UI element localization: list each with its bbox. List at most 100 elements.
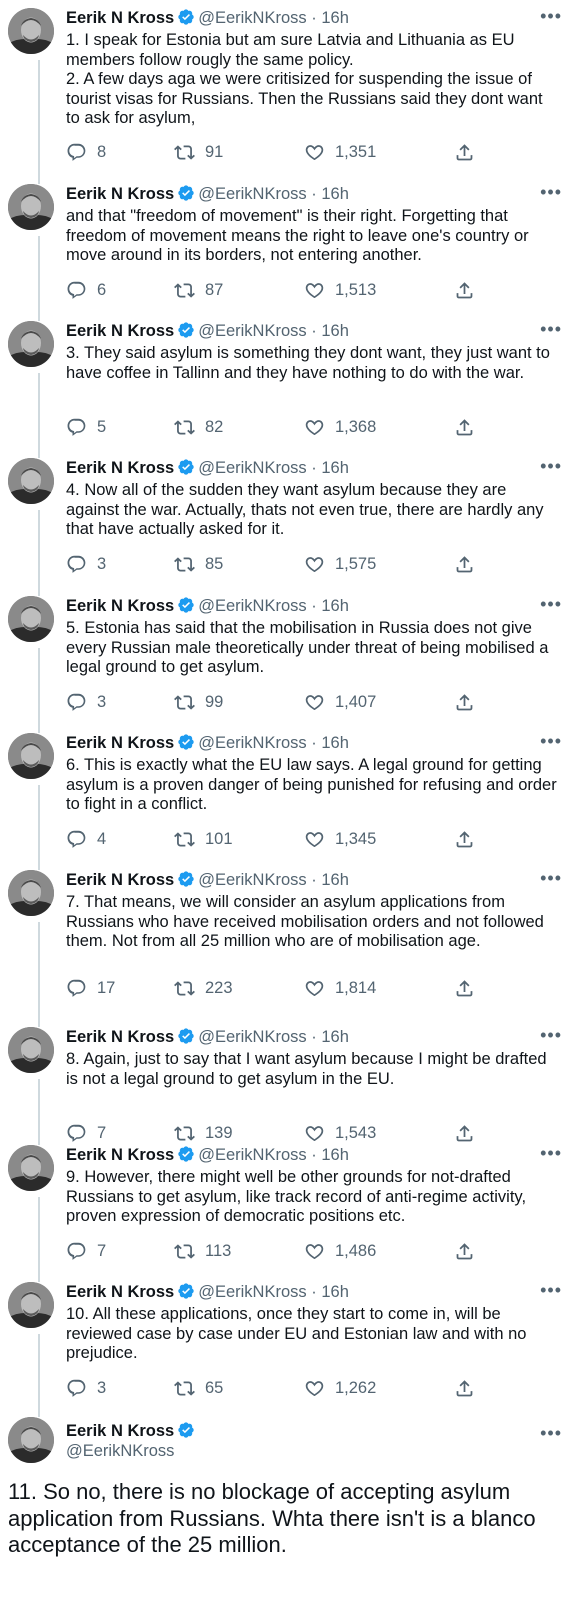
author-avatar[interactable] (8, 1417, 54, 1463)
like-button[interactable]: 1,351 (304, 141, 376, 163)
share-button[interactable] (454, 279, 475, 301)
author-handle[interactable]: @EerikNKross (198, 734, 306, 752)
reply-button[interactable]: 3 (66, 553, 106, 575)
share-button[interactable] (454, 141, 475, 163)
tweet-timestamp[interactable]: 16h (321, 185, 349, 203)
author-name[interactable]: Eerik N Kross (66, 734, 174, 752)
author-avatar[interactable] (8, 1027, 54, 1073)
like-button[interactable]: 1,368 (304, 416, 376, 438)
tweet[interactable]: Eerik N Kross @EerikNKross · 16h ••• 7. Tha… (0, 869, 576, 1027)
like-button[interactable]: 1,543 (304, 1122, 376, 1144)
author-handle[interactable]: @EerikNKross (198, 322, 306, 340)
retweet-button[interactable]: 99 (174, 691, 223, 713)
tweet-timestamp[interactable]: 16h (321, 9, 349, 27)
author-name[interactable]: Eerik N Kross (66, 459, 174, 477)
more-options-icon[interactable]: ••• (540, 1026, 562, 1044)
tweet[interactable]: Eerik N Kross @EerikNKross · 16h ••• 8. Aga… (0, 1026, 576, 1145)
author-name[interactable]: Eerik N Kross (66, 1283, 174, 1301)
author-handle[interactable]: @EerikNKross (198, 185, 306, 203)
reply-button[interactable]: 3 (66, 1377, 106, 1399)
tweet[interactable]: Eerik N Kross @EerikNKross · 16h ••• 4. Now… (0, 457, 576, 596)
share-button[interactable] (454, 691, 475, 713)
reply-button[interactable]: 3 (66, 691, 106, 713)
share-button[interactable] (454, 1122, 475, 1144)
author-avatar[interactable] (8, 1145, 54, 1191)
like-button[interactable]: 1,486 (304, 1240, 376, 1262)
author-name[interactable]: Eerik N Kross (66, 871, 174, 889)
author-avatar[interactable] (8, 458, 54, 504)
author-name[interactable]: Eerik N Kross (66, 185, 174, 203)
like-button[interactable]: 1,575 (304, 553, 376, 575)
more-options-icon[interactable]: ••• (540, 1144, 562, 1162)
more-options-icon[interactable]: ••• (540, 320, 562, 338)
tweet[interactable]: Eerik N Kross @EerikNKross · 16h ••• and th… (0, 183, 576, 321)
like-button[interactable]: 1,814 (304, 977, 376, 999)
author-handle[interactable]: @EerikNKross (66, 1441, 198, 1461)
author-handle[interactable]: @EerikNKross (198, 597, 306, 615)
tweet-timestamp[interactable]: 16h (321, 597, 349, 615)
tweet-timestamp[interactable]: 16h (321, 1028, 349, 1046)
author-avatar[interactable] (8, 870, 54, 916)
more-options-icon[interactable]: ••• (540, 457, 562, 475)
tweet-timestamp[interactable]: 16h (321, 871, 349, 889)
tweet-timestamp[interactable]: 16h (321, 322, 349, 340)
share-button[interactable] (454, 977, 475, 999)
retweet-button[interactable]: 223 (174, 977, 233, 999)
tweet[interactable]: Eerik N Kross @EerikNKross · 16h ••• 9. How… (0, 1144, 576, 1282)
like-button[interactable]: 1,262 (304, 1377, 376, 1399)
share-button[interactable] (454, 1377, 475, 1399)
tweet-timestamp[interactable]: 16h (321, 734, 349, 752)
more-options-icon[interactable]: ••• (540, 869, 562, 887)
main-tweet[interactable]: Eerik N Kross @EerikNKross ••• 11. So no, t… (0, 1417, 576, 1622)
share-button[interactable] (454, 1240, 475, 1262)
tweet[interactable]: Eerik N Kross @EerikNKross · 16h ••• 10. Al… (0, 1281, 576, 1417)
author-handle[interactable]: @EerikNKross (198, 9, 306, 27)
author-handle[interactable]: @EerikNKross (198, 1146, 306, 1164)
retweet-button[interactable]: 113 (174, 1240, 231, 1262)
author-handle[interactable]: @EerikNKross (198, 1283, 306, 1301)
more-options-icon[interactable]: ••• (540, 1424, 562, 1442)
author-handle[interactable]: @EerikNKross (198, 1028, 306, 1046)
author-name[interactable]: Eerik N Kross (66, 1028, 174, 1046)
share-button[interactable] (454, 828, 475, 850)
author-avatar[interactable] (8, 8, 54, 54)
retweet-button[interactable]: 65 (174, 1377, 223, 1399)
author-handle[interactable]: @EerikNKross (198, 871, 306, 889)
author-avatar[interactable] (8, 596, 54, 642)
retweet-button[interactable]: 91 (174, 141, 223, 163)
author-avatar[interactable] (8, 321, 54, 367)
tweet[interactable]: Eerik N Kross @EerikNKross · 16h ••• 6. Thi… (0, 732, 576, 870)
more-options-icon[interactable]: ••• (540, 1281, 562, 1299)
reply-button[interactable]: 7 (66, 1122, 106, 1144)
author-name[interactable]: Eerik N Kross (66, 9, 174, 27)
share-button[interactable] (454, 416, 475, 438)
tweet-timestamp[interactable]: 16h (321, 1283, 349, 1301)
retweet-button[interactable]: 85 (174, 553, 223, 575)
reply-button[interactable]: 8 (66, 141, 106, 163)
tweet[interactable]: Eerik N Kross @EerikNKross · 16h ••• 5. Est… (0, 595, 576, 733)
author-avatar[interactable] (8, 733, 54, 779)
author-name[interactable]: Eerik N Kross (66, 1422, 174, 1440)
author-name[interactable]: Eerik N Kross (66, 1146, 174, 1164)
retweet-button[interactable]: 82 (174, 416, 223, 438)
tweet[interactable]: Eerik N Kross @EerikNKross · 16h ••• 3. The… (0, 320, 576, 458)
author-avatar[interactable] (8, 184, 54, 230)
author-name[interactable]: Eerik N Kross (66, 597, 174, 615)
like-button[interactable]: 1,513 (304, 279, 376, 301)
reply-button[interactable]: 5 (66, 416, 106, 438)
author-avatar[interactable] (8, 1282, 54, 1328)
more-options-icon[interactable]: ••• (540, 7, 562, 25)
more-options-icon[interactable]: ••• (540, 183, 562, 201)
reply-button[interactable]: 4 (66, 828, 106, 850)
like-button[interactable]: 1,345 (304, 828, 376, 850)
share-button[interactable] (454, 553, 475, 575)
reply-button[interactable]: 17 (66, 977, 115, 999)
author-name[interactable]: Eerik N Kross (66, 322, 174, 340)
retweet-button[interactable]: 87 (174, 279, 223, 301)
retweet-button[interactable]: 139 (174, 1122, 233, 1144)
tweet[interactable]: Eerik N Kross @EerikNKross · 16h ••• 1. I s… (0, 7, 576, 184)
author-handle[interactable]: @EerikNKross (198, 459, 306, 477)
reply-button[interactable]: 6 (66, 279, 106, 301)
reply-button[interactable]: 7 (66, 1240, 106, 1262)
tweet-timestamp[interactable]: 16h (321, 459, 349, 477)
